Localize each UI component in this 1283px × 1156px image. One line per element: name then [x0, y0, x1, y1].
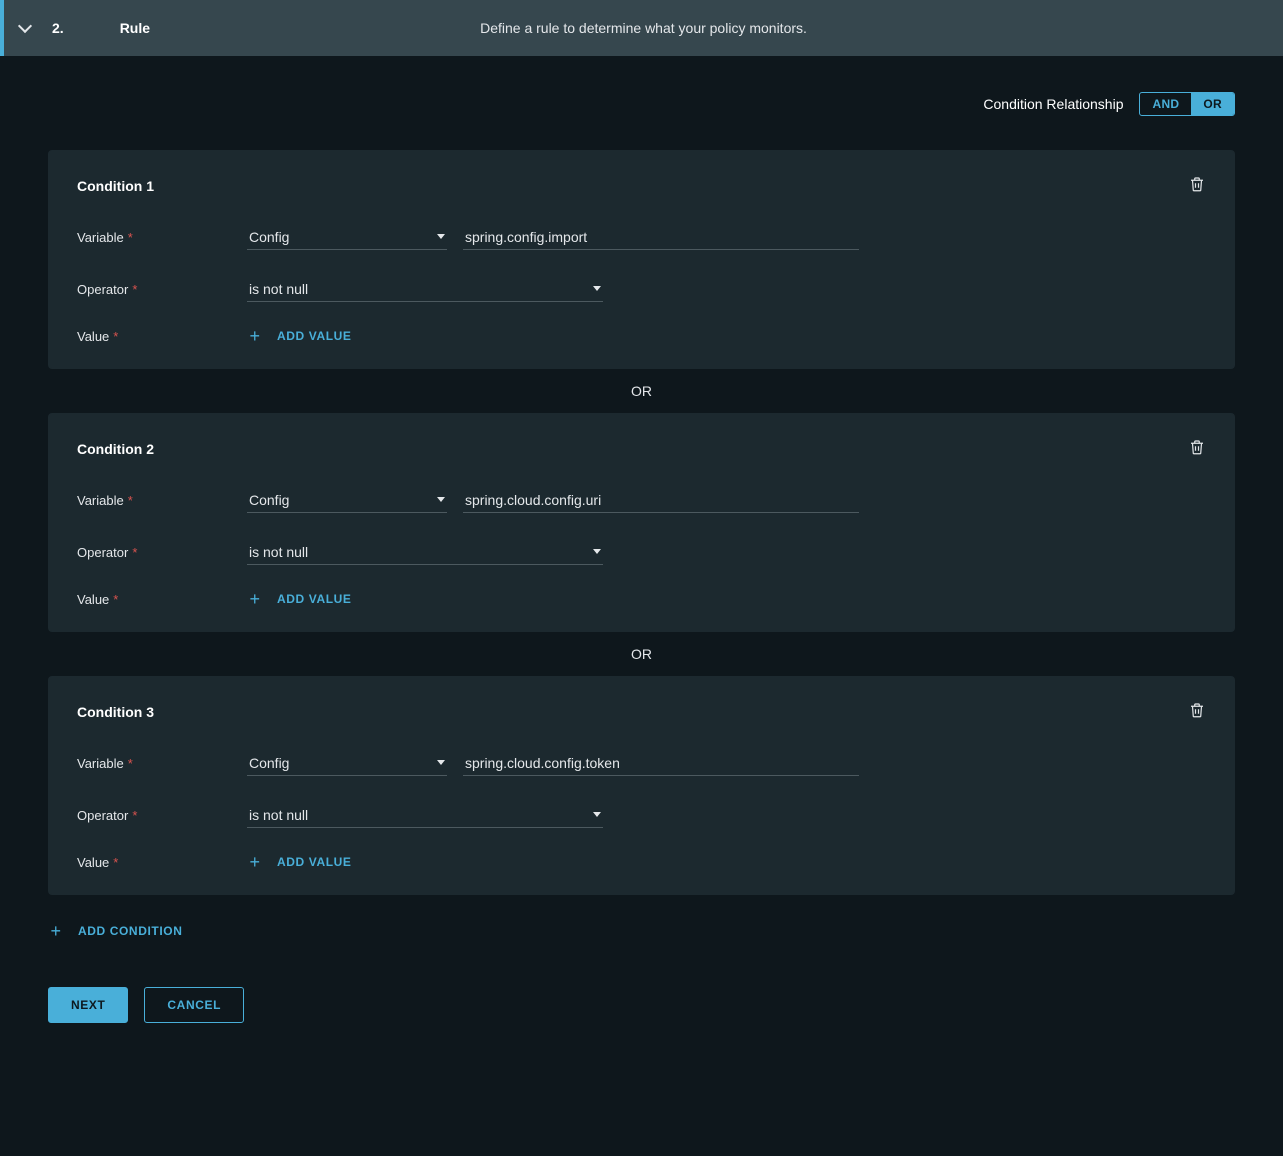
- condition-card: Condition 3 Variable* Config Operator* i…: [48, 676, 1235, 895]
- condition-title: Condition 3: [77, 704, 154, 720]
- next-button[interactable]: NEXT: [48, 987, 128, 1023]
- operator-label: Operator*: [77, 282, 247, 297]
- trash-icon[interactable]: [1188, 701, 1206, 722]
- condition-title: Condition 1: [77, 178, 154, 194]
- value-label: Value*: [77, 855, 247, 870]
- footer-buttons: NEXT CANCEL: [48, 987, 1235, 1023]
- variable-select-value: Config: [249, 229, 289, 245]
- caret-down-icon: [437, 234, 445, 239]
- step-number: 2.: [52, 20, 64, 36]
- add-value-button[interactable]: + ADD VALUE: [247, 591, 352, 607]
- accordion-header[interactable]: 2. Rule Define a rule to determine what …: [0, 0, 1283, 56]
- add-value-button[interactable]: + ADD VALUE: [247, 854, 352, 870]
- cancel-button[interactable]: CANCEL: [144, 987, 244, 1023]
- variable-label: Variable*: [77, 230, 247, 245]
- operator-select-value: is not null: [249, 281, 308, 297]
- add-value-label: ADD VALUE: [277, 855, 352, 869]
- operator-select[interactable]: is not null: [247, 802, 603, 828]
- or-divider: OR: [48, 632, 1235, 676]
- trash-icon[interactable]: [1188, 438, 1206, 459]
- variable-label: Variable*: [77, 756, 247, 771]
- chevron-down-icon: [18, 19, 32, 33]
- value-label: Value*: [77, 592, 247, 607]
- variable-select[interactable]: Config: [247, 224, 447, 250]
- add-value-label: ADD VALUE: [277, 329, 352, 343]
- variable-select-value: Config: [249, 492, 289, 508]
- condition-card: Condition 1 Variable* Config Operator* i…: [48, 150, 1235, 369]
- variable-input[interactable]: [463, 750, 859, 776]
- operator-select[interactable]: is not null: [247, 539, 603, 565]
- caret-down-icon: [593, 812, 601, 817]
- trash-icon[interactable]: [1188, 175, 1206, 196]
- add-value-button[interactable]: + ADD VALUE: [247, 328, 352, 344]
- plus-icon: +: [247, 328, 263, 344]
- step-title: Rule: [120, 20, 150, 36]
- condition-relationship-label: Condition Relationship: [983, 96, 1123, 112]
- add-value-label: ADD VALUE: [277, 592, 352, 606]
- operator-select[interactable]: is not null: [247, 276, 603, 302]
- operator-label: Operator*: [77, 808, 247, 823]
- variable-select[interactable]: Config: [247, 487, 447, 513]
- caret-down-icon: [437, 497, 445, 502]
- variable-select-value: Config: [249, 755, 289, 771]
- add-condition-button[interactable]: + ADD CONDITION: [48, 923, 1235, 939]
- plus-icon: +: [247, 591, 263, 607]
- value-label: Value*: [77, 329, 247, 344]
- variable-input[interactable]: [463, 487, 859, 513]
- condition-title: Condition 2: [77, 441, 154, 457]
- variable-select[interactable]: Config: [247, 750, 447, 776]
- condition-relationship-row: Condition Relationship AND OR: [48, 92, 1235, 116]
- plus-icon: +: [48, 923, 64, 939]
- relationship-or-option[interactable]: OR: [1191, 93, 1234, 115]
- variable-label: Variable*: [77, 493, 247, 508]
- variable-input[interactable]: [463, 224, 859, 250]
- caret-down-icon: [437, 760, 445, 765]
- operator-select-value: is not null: [249, 544, 308, 560]
- step-description: Define a rule to determine what your pol…: [480, 20, 807, 36]
- condition-relationship-toggle: AND OR: [1139, 92, 1235, 116]
- plus-icon: +: [247, 854, 263, 870]
- caret-down-icon: [593, 286, 601, 291]
- caret-down-icon: [593, 549, 601, 554]
- relationship-and-option[interactable]: AND: [1140, 93, 1191, 115]
- condition-card: Condition 2 Variable* Config Operator* i…: [48, 413, 1235, 632]
- operator-label: Operator*: [77, 545, 247, 560]
- or-divider: OR: [48, 369, 1235, 413]
- operator-select-value: is not null: [249, 807, 308, 823]
- rule-content: Condition Relationship AND OR Condition …: [0, 56, 1283, 1071]
- add-condition-label: ADD CONDITION: [78, 924, 182, 938]
